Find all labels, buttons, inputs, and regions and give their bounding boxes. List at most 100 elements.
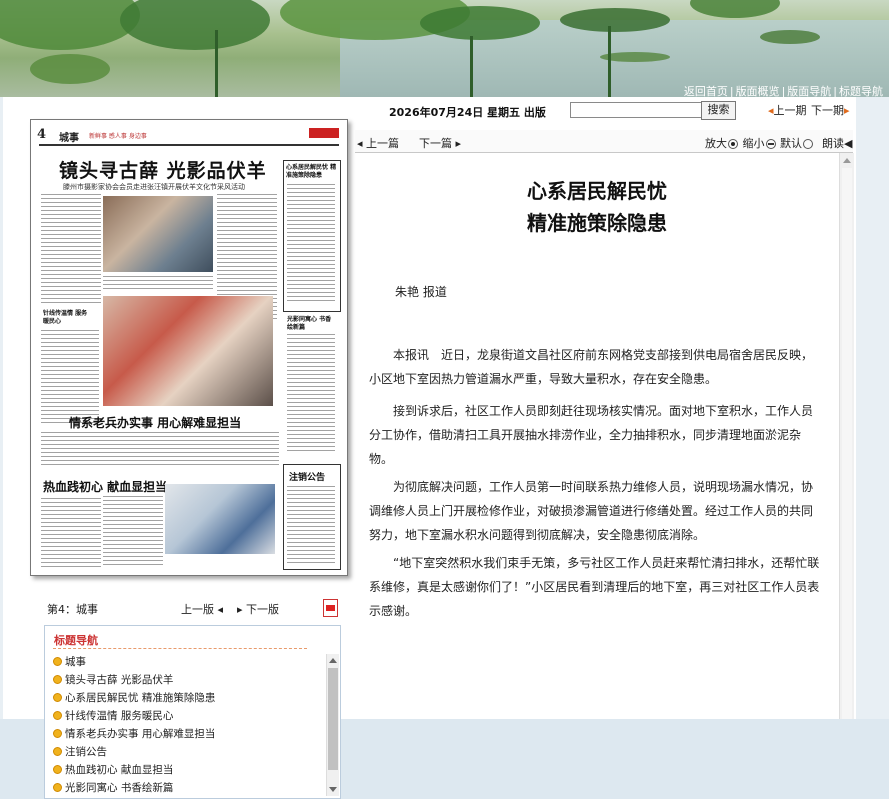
- header-banner: 返回首页 | 版面概览 | 版面导航 | 标题导航: [0, 0, 889, 97]
- left-arrow-icon: ◂: [357, 137, 363, 150]
- side-story-3-title: 光影同寓心 书香绘新篇: [287, 316, 332, 331]
- article-body: 心系居民解民忧 精准施策除隐患 朱艳 报道 本报讯 近日，龙泉街道文昌社区府前东…: [355, 153, 839, 719]
- enlarge-radio[interactable]: [728, 139, 738, 149]
- photo: [103, 296, 273, 406]
- nav-headline-nav-link[interactable]: 标题导航: [839, 85, 883, 97]
- default-radio[interactable]: [803, 139, 813, 149]
- banner-lotus-leaf: [0, 0, 140, 50]
- article-title-line-1: 心系居民解民忧: [527, 179, 667, 203]
- headline-nav-item-label: 注销公告: [65, 746, 107, 758]
- scrollbar-thumb[interactable]: [842, 168, 852, 719]
- headline-nav-item-label: 镜头寻古薛 光影品伏羊: [65, 674, 174, 686]
- paper-page-number: 4: [37, 127, 47, 142]
- search-input[interactable]: [570, 102, 702, 118]
- headline-nav-item-label: 情系老兵办实事 用心解难显担当: [65, 728, 216, 740]
- article-scrollbar[interactable]: [839, 153, 854, 719]
- headline-nav-item-label: 针线传温情 服务暖民心: [65, 710, 174, 722]
- right-arrow-icon: ▸: [237, 603, 243, 616]
- read-aloud-label: 朗读: [822, 137, 844, 150]
- text-block: [41, 330, 99, 425]
- shrink-label: 缩小: [742, 137, 765, 150]
- headline-nav-item[interactable]: 心系居民解民忧 精准施策除隐患: [53, 689, 323, 707]
- banner-lotus-leaf: [30, 54, 110, 84]
- article-toolbar: ◂ 上一篇 下一篇 ▸ 放大 缩小 默认 朗读◀: [355, 130, 853, 153]
- bullet-icon: [53, 675, 62, 684]
- bullet-icon: [53, 657, 62, 666]
- paper-slogan: 新鲜事 感人事 身边事: [89, 133, 147, 140]
- article-paragraph: “地下室突然积水我们束手无策，多亏社区工作人员赶来帮忙清扫排水，还帮忙联系维修，…: [369, 556, 820, 618]
- nav-page-overview-link[interactable]: 版面概览: [736, 85, 780, 97]
- paper-main-headline: 镜头寻古薛 光影品伏羊: [59, 160, 267, 182]
- text-block: [287, 486, 335, 564]
- speaker-icon: ◀: [844, 137, 853, 150]
- text-block: [41, 432, 279, 468]
- headline-nav-item[interactable]: 注销公告: [53, 743, 323, 761]
- shrink-icon[interactable]: [765, 139, 776, 149]
- banner-stem: [470, 36, 473, 97]
- banner-lotus-leaf: [420, 6, 540, 40]
- font-size-controls: 放大 缩小 默认: [705, 135, 814, 151]
- headline-nav-item-label: 热血践初心 献血显担当: [65, 764, 174, 776]
- next-article-link[interactable]: 下一篇 ▸: [419, 135, 461, 151]
- prev-issue-link[interactable]: ◂上一期: [768, 102, 807, 118]
- notice-title: 注销公告: [289, 473, 326, 483]
- banner-lotus-leaf: [690, 0, 780, 18]
- next-issue-label: 下一期: [811, 104, 844, 117]
- headline-nav-scrollbar[interactable]: [326, 654, 339, 796]
- headline-nav-list: 城事 镜头寻古薛 光影品伏羊 心系居民解民忧 精准施策除隐患 针线传温情 服务暖…: [53, 653, 323, 798]
- paper-story-3-title: 热血践初心 献血显担当: [43, 480, 168, 494]
- text-block: [287, 184, 335, 304]
- photo: [165, 484, 275, 554]
- prev-issue-label: 上一期: [773, 104, 807, 117]
- paper-subheadline: 滕州市摄影家协会会员走进张汪镇开展伏羊文化节采风活动: [63, 183, 245, 191]
- search-button[interactable]: 搜索: [701, 101, 736, 120]
- article-paragraph: 接到诉求后，社区工作人员即刻赶往现场核实情况。面对地下室积水，工作人员分工协作，…: [369, 404, 814, 466]
- next-issue-link[interactable]: 下一期▸: [811, 102, 850, 118]
- banner-stem: [608, 26, 611, 97]
- banner-lotus-leaf: [560, 8, 670, 32]
- bullet-icon: [53, 765, 62, 774]
- scroll-down-icon[interactable]: [329, 787, 337, 792]
- headline-nav-item[interactable]: 情系老兵办实事 用心解难显担当: [53, 725, 323, 743]
- pdf-download-icon[interactable]: [323, 599, 338, 617]
- nav-page-nav-link[interactable]: 版面导航: [787, 85, 831, 97]
- scroll-up-icon[interactable]: [843, 158, 851, 163]
- banner-stem: [215, 30, 218, 97]
- divider: [53, 648, 307, 649]
- left-arrow-icon: ◂: [217, 603, 224, 616]
- paper-section: 城事: [59, 133, 79, 144]
- read-aloud-button[interactable]: 朗读◀: [822, 135, 852, 151]
- bullet-icon: [53, 747, 62, 756]
- headline-nav-item[interactable]: 针线传温情 服务暖民心: [53, 707, 323, 725]
- prev-page-link[interactable]: 上一版 ◂: [181, 601, 223, 617]
- newspaper-page-thumbnail[interactable]: 4 城事 新鲜事 感人事 身边事 镜头寻古薛 光影品伏羊 滕州市摄影家协会会员走…: [30, 119, 348, 576]
- next-page-label: 下一版: [246, 603, 280, 616]
- headline-nav-item[interactable]: 镜头寻古薛 光影品伏羊: [53, 671, 323, 689]
- enlarge-label: 放大: [705, 137, 727, 150]
- text-block: [287, 334, 335, 454]
- text-block: [41, 194, 101, 304]
- prev-article-label: 上一篇: [366, 137, 400, 150]
- bullet-icon: [53, 693, 62, 702]
- scrollbar-thumb[interactable]: [328, 668, 338, 770]
- banner-lotus-leaf: [120, 0, 270, 50]
- headline-nav-item[interactable]: 光影同寓心 书香绘新篇: [53, 779, 323, 797]
- next-article-label: 下一篇: [419, 137, 452, 150]
- prev-article-link[interactable]: ◂ 上一篇: [357, 135, 399, 151]
- side-story-2-title: 针线传温情 服务暖民心: [43, 310, 88, 325]
- bullet-icon: [53, 783, 62, 792]
- article-paragraph: 为彻底解决问题，工作人员第一时间联系热力维修人员，说明现场漏水情况，协调维修人员…: [369, 480, 814, 542]
- default-label: 默认: [780, 137, 802, 150]
- scroll-up-icon[interactable]: [329, 658, 337, 663]
- headline-nav-item[interactable]: 城事: [53, 653, 323, 671]
- nav-home-link[interactable]: 返回首页: [684, 85, 728, 97]
- article-title-line-2: 精准施策除隐患: [527, 211, 667, 235]
- article-paragraph: 本报讯 近日，龙泉街道文昌社区府前东网格党支部接到供电局宿舍居民反映，小区地下室…: [369, 348, 814, 386]
- headline-nav-item-label: 城事: [65, 656, 86, 668]
- banner-lotus-leaf: [760, 30, 820, 44]
- text-block: [103, 496, 163, 566]
- next-page-link[interactable]: ▸ 下一版: [237, 601, 279, 617]
- top-nav: 返回首页 | 版面概览 | 版面导航 | 标题导航: [683, 85, 883, 97]
- headline-nav-item[interactable]: 热血践初心 献血显担当: [53, 761, 323, 779]
- headline-nav-title: 标题导航: [54, 634, 98, 647]
